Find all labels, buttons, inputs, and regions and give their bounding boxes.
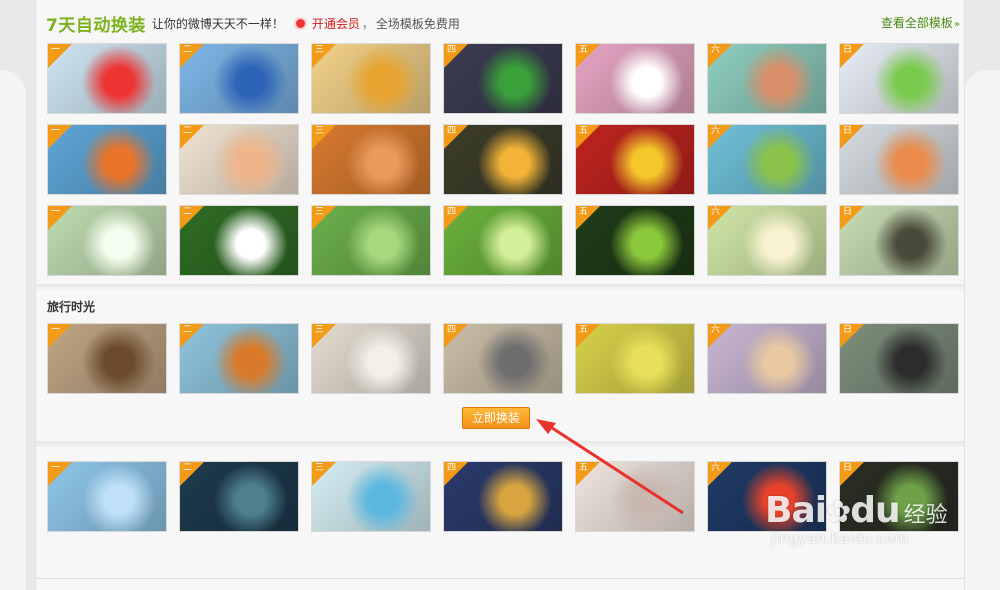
section-divider (36, 284, 964, 290)
bottom-divider (36, 578, 964, 579)
template-thumbnail[interactable]: 二 (179, 461, 299, 532)
weekday-label: 三 (315, 325, 325, 335)
template-thumbnail[interactable]: 四 (443, 205, 563, 276)
weekday-label: 三 (315, 207, 325, 217)
template-thumbnail[interactable]: 一 (47, 205, 167, 276)
weekday-label: 五 (579, 325, 589, 335)
template-thumbnail[interactable]: 日 (839, 323, 959, 394)
baidu-logo-text: Bai (765, 490, 827, 531)
weekday-label: 六 (711, 126, 721, 136)
template-thumbnail[interactable]: 五 (575, 323, 695, 394)
template-thumbnail[interactable]: 一 (47, 461, 167, 532)
weekday-label: 日 (843, 45, 853, 55)
weekday-label: 日 (843, 463, 853, 473)
double-chevron-right-icon: » (953, 19, 960, 30)
template-thumbnail[interactable]: 三 (311, 205, 431, 276)
template-thumbnail[interactable]: 日 (839, 43, 959, 114)
weekday-label: 一 (51, 126, 61, 136)
template-thumbnail[interactable]: 五 (575, 43, 695, 114)
weekday-label: 五 (579, 45, 589, 55)
baidu-logo-du: du (850, 490, 900, 531)
weekday-label: 二 (183, 207, 193, 217)
template-thumbnail[interactable]: 三 (311, 124, 431, 195)
template-thumbnail[interactable]: 四 (443, 461, 563, 532)
weekday-label: 四 (447, 45, 457, 55)
template-thumbnail[interactable]: 六 (707, 124, 827, 195)
template-set-row-2: 一二三四五六日 (47, 124, 959, 195)
baidu-jingyan-watermark: Bai✿du 经验 jingyan.baidu.com (765, 490, 950, 570)
template-thumbnail[interactable]: 一 (47, 323, 167, 394)
weekday-label: 二 (183, 45, 193, 55)
open-vip-link[interactable]: 开通会员 (312, 15, 360, 32)
template-thumbnail[interactable]: 二 (179, 323, 299, 394)
weekday-label: 四 (447, 325, 457, 335)
apply-now-button[interactable]: 立即换装 (462, 407, 530, 429)
template-set-row-travel: 一二三四五六日 (47, 323, 959, 394)
template-thumbnail[interactable]: 六 (707, 43, 827, 114)
template-thumbnail[interactable]: 六 (707, 205, 827, 276)
comma-separator: ， (361, 16, 374, 31)
template-thumbnail[interactable]: 四 (443, 124, 563, 195)
template-thumbnail[interactable]: 日 (839, 124, 959, 195)
weekday-label: 日 (843, 325, 853, 335)
weekday-label: 五 (579, 207, 589, 217)
weekday-label: 二 (183, 126, 193, 136)
weekday-label: 六 (711, 207, 721, 217)
template-thumbnail[interactable]: 六 (707, 323, 827, 394)
template-thumbnail[interactable]: 三 (311, 461, 431, 532)
weekday-label: 三 (315, 463, 325, 473)
weekday-label: 二 (183, 463, 193, 473)
weekday-label: 一 (51, 325, 61, 335)
weekday-label: 五 (579, 126, 589, 136)
weekday-label: 三 (315, 126, 325, 136)
weekday-label: 一 (51, 45, 61, 55)
section-title-auto-dressup: 7天自动换装 (46, 15, 146, 36)
watermark-url: jingyan.baidu.com (771, 531, 909, 547)
weekday-label: 二 (183, 325, 193, 335)
weekday-label: 四 (447, 126, 457, 136)
template-thumbnail[interactable]: 三 (311, 43, 431, 114)
template-thumbnail[interactable]: 五 (575, 124, 695, 195)
vip-icon (293, 16, 307, 30)
weekday-label: 五 (579, 463, 589, 473)
template-thumbnail[interactable]: 二 (179, 205, 299, 276)
template-set-row-3: 一二三四五六日 (47, 205, 959, 276)
weekday-label: 一 (51, 463, 61, 473)
weekday-label: 六 (711, 463, 721, 473)
weekday-label: 四 (447, 463, 457, 473)
template-thumbnail[interactable]: 二 (179, 124, 299, 195)
travel-section-title: 旅行时光 (47, 300, 96, 314)
template-thumbnail[interactable]: 一 (47, 124, 167, 195)
template-thumbnail[interactable]: 四 (443, 43, 563, 114)
weekday-label: 六 (711, 325, 721, 335)
template-thumbnail[interactable]: 五 (575, 461, 695, 532)
weekday-label: 四 (447, 207, 457, 217)
weekday-label: 日 (843, 126, 853, 136)
section-subtitle: 让你的微博天天不一样！ (151, 16, 284, 31)
template-thumbnail[interactable]: 二 (179, 43, 299, 114)
free-templates-text: 全场模板免费用 (375, 16, 460, 31)
template-thumbnail[interactable]: 四 (443, 323, 563, 394)
paw-icon: ✿ (826, 495, 851, 530)
weekday-label: 六 (711, 45, 721, 55)
page-side-right (964, 70, 1000, 590)
template-thumbnail[interactable]: 三 (311, 323, 431, 394)
view-all-templates-link[interactable]: 查看全部模板» (881, 14, 960, 31)
view-all-label: 查看全部模板 (880, 16, 953, 30)
template-thumbnail[interactable]: 日 (839, 205, 959, 276)
section-header: 7天自动换装 让你的微博天天不一样！ 开通会员 ， 全场模板免费用 查看全部模板… (46, 10, 960, 36)
weekday-label: 日 (843, 207, 853, 217)
jingyan-text: 经验 (903, 503, 948, 528)
page-side-left (0, 70, 26, 590)
template-set-row-1: 一二三四五六日 (47, 43, 959, 114)
weekday-label: 一 (51, 207, 61, 217)
template-thumbnail[interactable]: 五 (575, 205, 695, 276)
section-divider-2 (36, 441, 964, 447)
weekday-label: 三 (315, 45, 325, 55)
template-thumbnail[interactable]: 一 (47, 43, 167, 114)
